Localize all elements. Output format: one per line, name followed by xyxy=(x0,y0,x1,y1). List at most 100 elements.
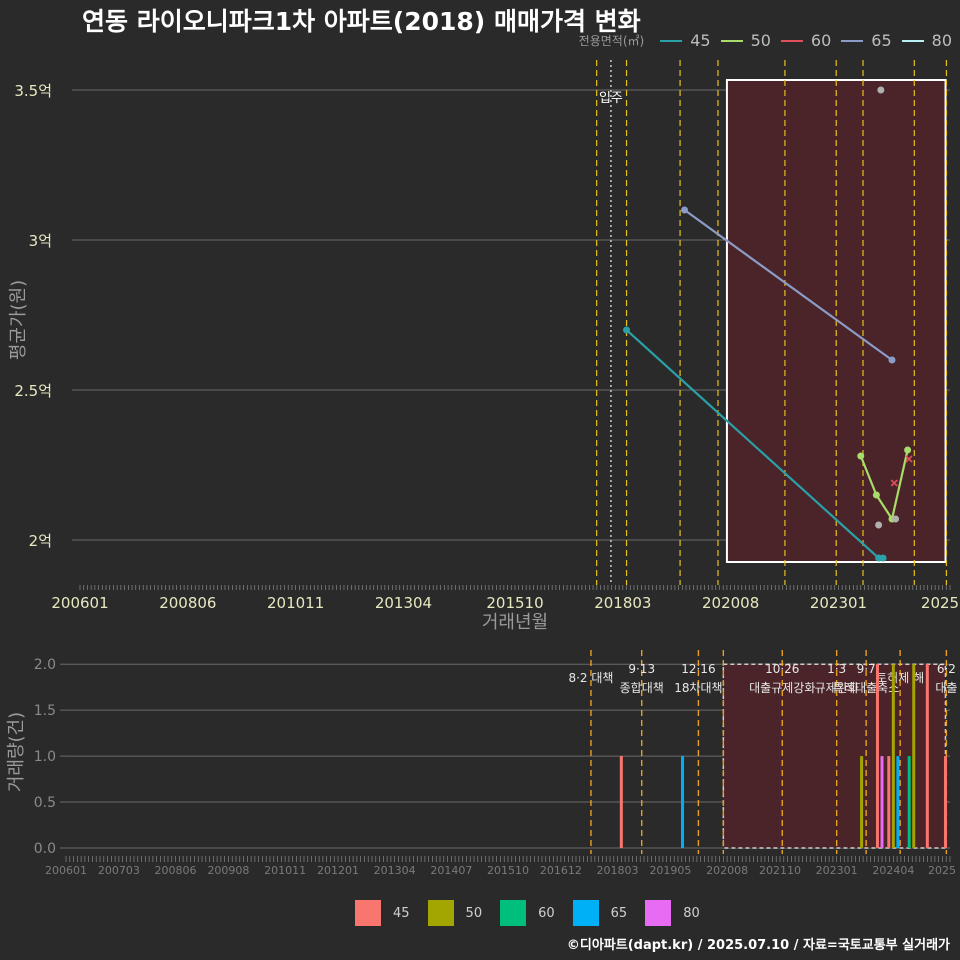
bar-x-tick-label: 202008 xyxy=(706,864,748,877)
bar-y-tick-label: 1.0 xyxy=(34,749,56,765)
legend-item-60[interactable]: 60 xyxy=(780,31,832,50)
legend-label: 45 xyxy=(690,31,711,50)
bar-legend-label: 60 xyxy=(538,905,555,921)
bar-x-tick-label: 201510 xyxy=(487,864,529,877)
bar-x-tick-label: 201407 xyxy=(430,864,472,877)
legend-swatch xyxy=(841,39,864,42)
legend-item-80[interactable]: 80 xyxy=(901,31,952,50)
y-axis-title: 평균가(원) xyxy=(8,280,29,360)
policy-name-label: 종합대책 xyxy=(620,680,664,695)
x-tick-label: 202301 xyxy=(810,594,867,612)
bar-x-tick-label: 200703 xyxy=(98,864,140,877)
bar-65 xyxy=(896,756,900,848)
data-point xyxy=(875,521,883,529)
x-tick-label: 201011 xyxy=(267,594,324,612)
policy-date-label: 6·2 xyxy=(937,662,956,676)
legend-area-top: 전용면적(㎡) 45 50 60 65 80 xyxy=(579,31,952,50)
legend-item-50[interactable]: 50 xyxy=(720,31,771,50)
bar-45 xyxy=(887,756,891,848)
y-tick-label: 2억 xyxy=(29,532,52,550)
series-point-65 xyxy=(888,356,896,364)
x-tick-label: 200601 xyxy=(51,594,108,612)
legend-item-45[interactable]: 45 xyxy=(660,31,711,50)
x-tick-label: 201304 xyxy=(375,594,432,612)
bar-legend-label: 65 xyxy=(610,905,628,921)
bar-legend-swatch xyxy=(355,900,381,926)
bar-legend-label: 50 xyxy=(465,905,483,921)
bar-x-tick-label: 201304 xyxy=(374,864,416,877)
y-tick-label: 2.5억 xyxy=(14,382,52,400)
bar-legend-item-80[interactable]: 80 xyxy=(645,900,700,926)
bar-y-axis-title: 거래량(건) xyxy=(6,712,27,792)
bar-x-tick-label: 201803 xyxy=(597,864,639,877)
bar-y-tick-label: 0.0 xyxy=(34,841,56,857)
bar-legend-item-60[interactable]: 60 xyxy=(500,900,555,926)
bar-x-tick-label: 201905 xyxy=(649,864,691,877)
x-tick-label: 201510 xyxy=(486,594,543,612)
series-point-45 xyxy=(623,326,631,334)
series-point-45 xyxy=(879,554,887,562)
bar-y-tick-label: 0.5 xyxy=(34,795,56,811)
bar-80 xyxy=(880,756,884,848)
policy-date-label: 12·16 xyxy=(681,662,715,676)
y-tick-label: 3.5억 xyxy=(14,82,52,100)
bar-x-tick-label: 201612 xyxy=(540,864,582,877)
bar-45 xyxy=(943,756,947,848)
bar-45 xyxy=(925,664,929,848)
bar-legend-item-50[interactable]: 50 xyxy=(427,900,483,926)
data-point xyxy=(892,515,900,523)
bar-legend-swatch xyxy=(572,900,599,926)
data-point xyxy=(877,86,885,94)
legend-swatch xyxy=(780,39,803,42)
legend-item-65[interactable]: 65 xyxy=(841,31,892,50)
bar-y-tick-label: 2.0 xyxy=(34,657,56,673)
bar-50 xyxy=(860,756,864,848)
series-point-50 xyxy=(857,452,865,460)
bar-x-tick-label: 2025 xyxy=(928,864,956,877)
policy-date-label: 9·7 xyxy=(857,662,876,676)
legend-area-bottom: 45 50 60 65 80 xyxy=(355,900,718,926)
bar-x-tick-label: 200908 xyxy=(207,864,249,877)
bar-x-tick-label: 200806 xyxy=(155,864,197,877)
x-axis-title: 거래년월 xyxy=(482,612,548,633)
bar-x-tick-label: 201011 xyxy=(264,864,306,877)
bar-x-tick-label: 201201 xyxy=(317,864,359,877)
policy-name-label: 대출 xyxy=(935,681,957,695)
y-tick-label: 3억 xyxy=(29,232,52,250)
bar-x-tick-label: 202301 xyxy=(816,864,858,877)
bar-y-tick-label: 1.5 xyxy=(34,703,56,719)
bar-legend-item-65[interactable]: 65 xyxy=(572,900,628,926)
series-point-50 xyxy=(872,491,880,499)
policy-name-label: 토허제 해 xyxy=(876,671,924,685)
bar-x-tick-label: 202110 xyxy=(759,864,801,877)
legend-swatch xyxy=(901,39,924,42)
bar-legend-swatch xyxy=(645,900,672,926)
chart-canvas: 2억 2.5억 3억 3.5억입주 200601 200806 201011 201304 20… xyxy=(6,60,959,877)
bar-65 xyxy=(681,756,685,848)
series-point-50 xyxy=(904,446,912,454)
legend-swatch xyxy=(720,39,743,42)
policy-date-label: 10·26 xyxy=(765,662,799,676)
bar-legend-item-45[interactable]: 45 xyxy=(355,900,410,926)
policy-date-label: 1·3 xyxy=(827,662,846,676)
series-point-65 xyxy=(681,206,689,214)
bar-x-tick-label: 202404 xyxy=(872,864,914,877)
x-tick-label: 202008 xyxy=(702,594,759,612)
legend-label: 80 xyxy=(931,31,952,50)
legend-label: 60 xyxy=(810,31,832,50)
x-tick-label: 2025 xyxy=(921,594,959,612)
legend-title: 전용면적(㎡) xyxy=(578,34,645,48)
policy-name-label: 8·2 대책 xyxy=(568,670,613,685)
x-tick-label: 200806 xyxy=(159,594,216,612)
bar-60 xyxy=(907,756,911,848)
legend-swatch xyxy=(660,39,683,42)
legend-label: 50 xyxy=(750,31,771,50)
policy-name-label: 18차대책 xyxy=(674,680,722,695)
legend-label: 65 xyxy=(871,31,892,50)
bar-45 xyxy=(619,756,623,848)
policy-date-label: 9·13 xyxy=(628,662,655,676)
occupancy-label: 입주 xyxy=(599,91,623,106)
source-caption: ©디아파트(dapt.kr) / 2025.07.10 / 자료=국토교통부 실… xyxy=(566,938,950,953)
chart-title: 연동 라이오니파크1차 아파트(2018) 매매가격 변화 xyxy=(82,7,641,36)
bar-45 xyxy=(875,664,879,848)
